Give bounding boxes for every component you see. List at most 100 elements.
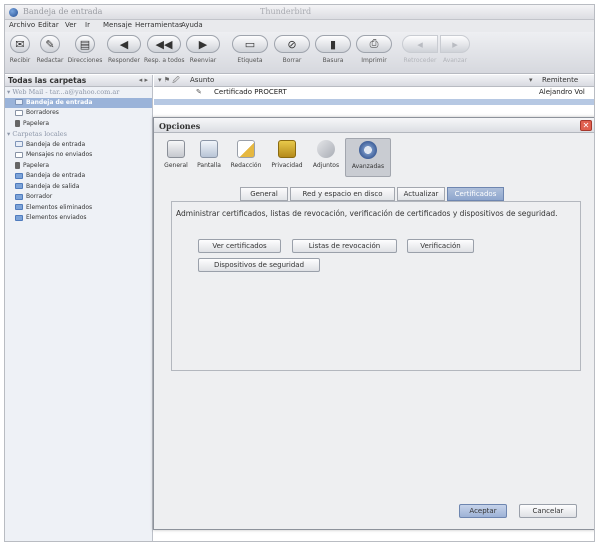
folder-nav-arrows-icon[interactable]: ◂ ▸	[139, 76, 148, 84]
junk-button[interactable]: ▮ Basura	[314, 35, 352, 71]
print-icon: ⎙	[356, 35, 392, 53]
folder-item-trash[interactable]: Papelera	[5, 119, 152, 130]
trash-icon	[15, 161, 20, 169]
menu-mensaje[interactable]: Mensaje	[103, 21, 132, 29]
column-sender[interactable]: Remitente	[542, 76, 578, 84]
thunderbird-window: Bandeja de entrada Thunderbird Archivo E…	[4, 4, 595, 542]
inbox-icon	[15, 99, 23, 105]
folder-icon	[15, 183, 23, 189]
folder-pane-title[interactable]: Todas las carpetas	[8, 76, 86, 85]
forward-nav-button[interactable]: ▸ Avanzar	[438, 35, 472, 71]
folder-icon	[15, 193, 23, 200]
menu-bar: Archivo Editar Ver Ir Mensaje Herramient…	[5, 20, 594, 32]
reply-all-button[interactable]: ◀◀ Resp. a todos	[144, 35, 185, 71]
pane-adjuntos[interactable]: Adjuntos	[308, 138, 344, 177]
thread-sender: Alejandro Vol	[539, 88, 585, 96]
folder-icon	[15, 214, 23, 221]
window-title-app: Thunderbird	[260, 7, 312, 16]
folder-item-drafts[interactable]: Borradores	[5, 108, 152, 119]
thread-pane: ▾ ⚑ 🖉 Asunto ▾ Remitente ✎ Certificado P…	[154, 75, 594, 115]
drafts-icon	[15, 109, 23, 116]
pane-pantalla[interactable]: Pantalla	[193, 138, 225, 177]
verification-button[interactable]: Verificación	[407, 239, 474, 253]
folder-item-local-trash[interactable]: Papelera	[5, 161, 152, 172]
sort-icon: ▾	[529, 76, 533, 84]
reply-icon: ◀	[107, 35, 141, 53]
tag-button[interactable]: ▭ Etiqueta	[231, 35, 269, 71]
tag-icon: ▭	[232, 35, 268, 53]
pane-general[interactable]: General	[160, 138, 192, 177]
menu-archivo[interactable]: Archivo	[9, 21, 35, 29]
folder-item-eliminados[interactable]: Elementos eliminados	[5, 203, 152, 214]
get-mail-button[interactable]: ✉ Recibir	[7, 35, 33, 71]
forward-icon: ▶	[186, 35, 220, 53]
reply-all-icon: ◀◀	[147, 35, 181, 53]
thread-column-icons[interactable]: ▾ ⚑ 🖉	[158, 76, 180, 87]
title-bar: Bandeja de entrada Thunderbird	[5, 5, 594, 20]
forward-button[interactable]: ▶ Reenviar	[185, 35, 221, 71]
attachment-icon: ✎	[196, 88, 202, 96]
menu-herramientas[interactable]: Herramientas	[135, 21, 183, 29]
thread-row[interactable]: ✎ Certificado PROCERT Alejandro Vol	[154, 87, 594, 98]
menu-editar[interactable]: Editar	[38, 21, 59, 29]
pane-avanzadas[interactable]: Avanzadas	[345, 138, 391, 177]
back-icon: ◂	[402, 35, 438, 53]
folder-item-local-inbox[interactable]: Bandeja de entrada	[5, 140, 152, 151]
reply-button[interactable]: ◀ Responder	[106, 35, 142, 71]
view-certificates-button[interactable]: Ver certificados	[198, 239, 281, 253]
revocation-lists-button[interactable]: Listas de revocación	[292, 239, 397, 253]
thread-header: ▾ ⚑ 🖉 Asunto ▾ Remitente	[154, 75, 594, 87]
address-book-button[interactable]: ▤ Direcciones	[67, 35, 103, 71]
compose-button[interactable]: ✎ Redactar	[35, 35, 65, 71]
close-icon[interactable]: ✕	[580, 120, 592, 131]
tab-red-espacio[interactable]: Red y espacio en disco	[290, 187, 395, 201]
menu-ayuda[interactable]: Ayuda	[181, 21, 203, 29]
thread-subject: Certificado PROCERT	[214, 88, 287, 96]
menu-ver[interactable]: Ver	[65, 21, 76, 29]
delete-button[interactable]: ⊘ Borrar	[273, 35, 311, 71]
thunderbird-app-icon	[9, 8, 18, 17]
paperclip-icon	[317, 140, 335, 158]
security-devices-button[interactable]: Dispositivos de seguridad	[198, 258, 320, 272]
cancel-button[interactable]: Cancelar	[519, 504, 577, 518]
dialog-title-bar: Opciones ✕	[154, 118, 594, 133]
gear-icon	[359, 141, 377, 159]
pane-redaccion[interactable]: Redacción	[226, 138, 266, 177]
folder-item-unsent[interactable]: Mensajes no enviados	[5, 150, 152, 161]
folder-item-borrador[interactable]: Borrador	[5, 192, 152, 203]
back-button[interactable]: ◂ Retroceder	[401, 35, 439, 71]
print-button[interactable]: ⎙ Imprimir	[355, 35, 393, 71]
folder-item-account[interactable]: ▾ Web Mail - tar...a@yahoo.com.ar	[5, 87, 152, 98]
folder-item-bandeja-salida[interactable]: Bandeja de salida	[5, 182, 152, 193]
folder-item-local[interactable]: ▾ Carpetas locales	[5, 129, 152, 140]
tab-actualizar[interactable]: Actualizar	[397, 187, 445, 201]
folder-icon	[15, 172, 23, 179]
certificates-description: Administrar certificados, listas de revo…	[176, 209, 558, 218]
delete-icon: ⊘	[274, 35, 310, 53]
certificates-panel: Administrar certificados, listas de revo…	[171, 201, 581, 371]
message-pane-divider[interactable]	[154, 99, 594, 105]
tab-general[interactable]: General	[240, 187, 288, 201]
trash-icon	[15, 119, 20, 127]
tab-certificados[interactable]: Certificados	[447, 187, 504, 201]
column-subject[interactable]: Asunto	[190, 76, 214, 84]
window-title-folder: Bandeja de entrada	[23, 7, 103, 16]
options-dialog: Opciones ✕ General Pantalla Redacción Pr…	[153, 117, 594, 530]
dialog-title: Opciones	[159, 121, 201, 131]
folder-item-inbox[interactable]: Bandeja de entrada	[5, 97, 152, 108]
folder-pane-header: Todas las carpetas ◂ ▸	[5, 75, 152, 87]
folder-pane: Todas las carpetas ◂ ▸ ▾ Web Mail - tar.…	[5, 75, 153, 541]
compose-icon: ✎	[40, 35, 60, 53]
general-icon	[167, 140, 185, 158]
folder-item-enviados[interactable]: Elementos enviados	[5, 213, 152, 224]
folder-item-bandeja-entrada[interactable]: Bandeja de entrada	[5, 171, 152, 182]
lock-icon	[278, 140, 296, 158]
unsent-icon	[15, 151, 23, 158]
pane-privacidad[interactable]: Privacidad	[267, 138, 307, 177]
forward-nav-icon: ▸	[440, 35, 470, 53]
accept-button[interactable]: Aceptar	[459, 504, 507, 518]
menu-ir[interactable]: Ir	[85, 21, 90, 29]
mail-icon: ✉	[10, 35, 30, 53]
junk-icon: ▮	[315, 35, 351, 53]
main-toolbar: ✉ Recibir ✎ Redactar ▤ Direcciones ◀ Res…	[5, 32, 594, 74]
